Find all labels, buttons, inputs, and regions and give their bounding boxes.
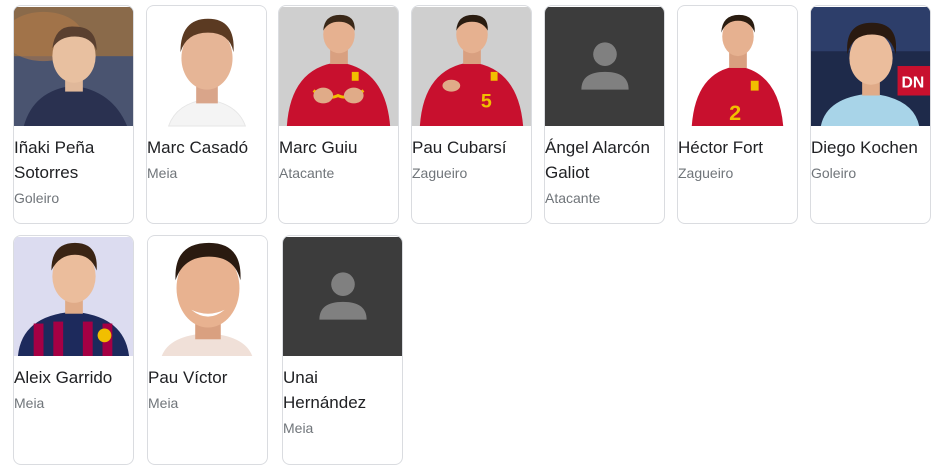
player-card[interactable]: Iñaki Peña Sotorres Goleiro [13, 5, 134, 224]
player-position: Zagueiro [678, 165, 734, 181]
player-name: Marc Casadó [147, 138, 249, 157]
player-name: Pau Víctor [148, 368, 228, 387]
player-position: Zagueiro [412, 165, 468, 181]
person-icon [331, 272, 355, 297]
player-position: Meia [147, 165, 178, 181]
player-photo [148, 236, 267, 357]
person-icon [593, 42, 617, 67]
player-name: Héctor Fort [678, 138, 764, 157]
player-position: Goleiro [811, 165, 857, 181]
player-name: Marc Guiu [279, 138, 358, 157]
player-photo [14, 236, 133, 357]
player-name: Aleix Garrido [14, 368, 113, 387]
player-photo: DN [811, 6, 930, 127]
player-position: Goleiro [14, 190, 60, 206]
player-photo [147, 6, 266, 127]
player-photo [14, 6, 133, 127]
player-card[interactable]: Aleix Garrido Meia [13, 235, 134, 465]
player-card[interactable]: Ángel Alarcón Galiot Atacante [544, 5, 665, 224]
player-name: Diego Kochen [811, 138, 918, 157]
player-position: Atacante [279, 165, 335, 181]
player-photo: 2 [678, 6, 797, 127]
player-card[interactable]: DN Diego Kochen Goleiro [810, 5, 931, 224]
player-name: Ángel Alarcón Galiot [545, 138, 650, 182]
player-photo: 5 [412, 6, 531, 127]
svg-text:DN: DN [901, 75, 924, 92]
player-name: Unai Hernández [283, 368, 367, 412]
player-card[interactable]: Unai Hernández Meia [282, 235, 403, 465]
placeholder-avatar [283, 236, 402, 357]
player-name: Iñaki Peña Sotorres [14, 138, 95, 182]
player-name: Pau Cubarsí [412, 138, 507, 157]
player-photo [279, 6, 398, 127]
player-card[interactable]: Marc Casadó Meia [146, 5, 267, 224]
player-card[interactable]: 5 Pau Cubarsí Zagueiro [411, 5, 532, 224]
player-card[interactable]: Pau Víctor Meia [147, 235, 268, 465]
player-position: Atacante [545, 190, 601, 206]
placeholder-avatar [545, 6, 664, 127]
player-position: Meia [148, 395, 179, 411]
player-card[interactable]: Marc Guiu Atacante [278, 5, 399, 224]
player-card[interactable]: 2 Héctor Fort Zagueiro [677, 5, 798, 224]
player-position: Meia [283, 420, 314, 436]
svg-text:5: 5 [481, 90, 492, 112]
svg-text:2: 2 [729, 100, 741, 125]
player-position: Meia [14, 395, 45, 411]
